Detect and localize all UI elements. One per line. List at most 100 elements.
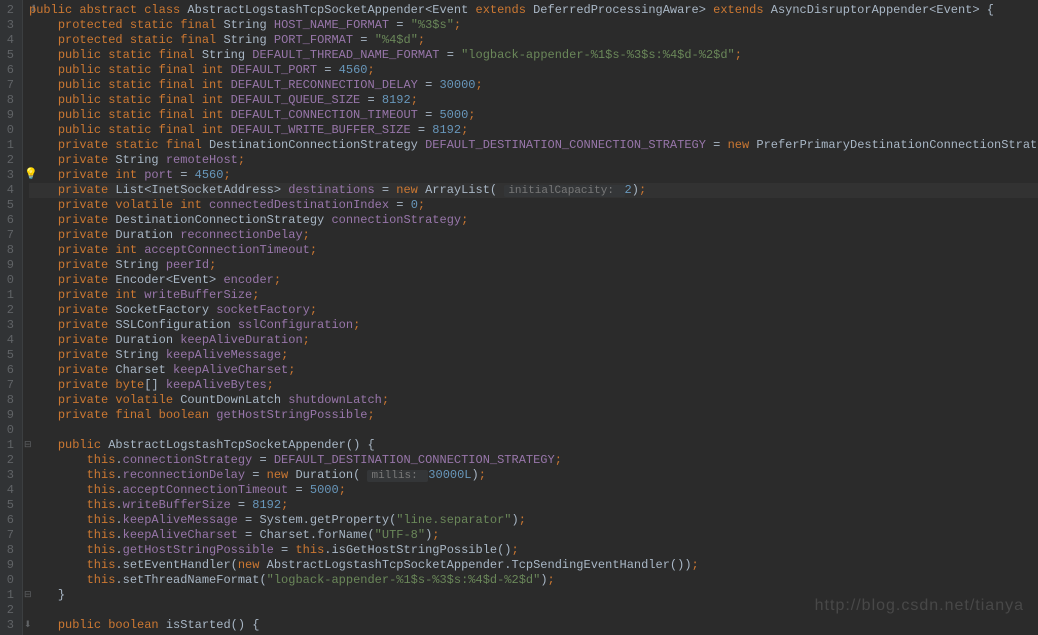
line-number: 1 [3,438,14,453]
code-line[interactable] [29,423,1038,438]
code-editor[interactable]: 2⬇34567890123💡45678901234567890123456789… [0,0,1038,635]
token: remoteHost [166,153,238,167]
code-line[interactable] [29,603,1038,618]
code-line[interactable]: private Charset keepAliveCharset; [29,363,1038,378]
code-line[interactable]: private final boolean getHostStringPossi… [29,408,1038,423]
token: String [223,33,273,47]
code-line[interactable]: public AbstractLogstashTcpSocketAppender… [29,438,1038,453]
code-line[interactable]: public static final int DEFAULT_QUEUE_SI… [29,93,1038,108]
token: ; [252,288,259,302]
code-line[interactable]: private int acceptConnectionTimeout; [29,243,1038,258]
token: public abstract class [29,3,180,17]
token: socketFactory [216,303,310,317]
token: public boolean [58,618,166,632]
code-line[interactable]: public static final int DEFAULT_WRITE_BU… [29,123,1038,138]
code-line[interactable]: private volatile CountDownLatch shutdown… [29,393,1038,408]
code-line[interactable]: this.getHostStringPossible = this.isGetH… [29,543,1038,558]
line-number-gutter[interactable]: 2⬇34567890123💡45678901234567890123456789… [0,0,22,635]
line-number: 5 [3,348,14,363]
token: = [418,78,440,92]
token: this [87,543,116,557]
code-line[interactable]: private String keepAliveMessage; [29,348,1038,363]
code-line[interactable]: public static final String DEFAULT_THREA… [29,48,1038,63]
code-line[interactable]: private List<InetSocketAddress> destinat… [29,183,1038,198]
code-line[interactable]: public abstract class AbstractLogstashTc… [29,3,1038,18]
token: = [440,48,462,62]
token: connectedDestinationIndex [209,198,389,212]
line-number: 0 [3,423,14,438]
token: private volatile [58,393,180,407]
token: private byte [58,378,144,392]
code-line[interactable]: protected static final String PORT_FORMA… [29,33,1038,48]
token: ; [303,228,310,242]
token: ) [540,573,547,587]
line-number: 2 [3,3,14,18]
code-line[interactable]: private volatile int connectedDestinatio… [29,198,1038,213]
code-line[interactable]: private byte[] keepAliveBytes; [29,378,1038,393]
token: private [58,303,116,317]
token: 2 [625,183,632,197]
code-line[interactable]: this.reconnectionDelay = new Duration( m… [29,468,1038,483]
token: protected static final [58,33,224,47]
token: "%4$d" [375,33,418,47]
code-line[interactable]: private String peerId; [29,258,1038,273]
token: Duration [115,333,180,347]
code-line[interactable]: public boolean isStarted() { [29,618,1038,633]
token: 8192 [382,93,411,107]
token: 8192 [432,123,461,137]
token: ; [367,408,374,422]
code-line[interactable]: private String remoteHost; [29,153,1038,168]
line-number: 8 [3,243,14,258]
code-line[interactable]: private DestinationConnectionStrategy co… [29,213,1038,228]
token: sslConfiguration [238,318,353,332]
code-line[interactable]: } [29,588,1038,603]
token: = [389,18,411,32]
code-line[interactable]: this.writeBufferSize = 8192; [29,498,1038,513]
line-number: 4 [3,33,14,48]
code-line[interactable]: protected static final String HOST_NAME_… [29,18,1038,33]
token: ) [472,468,479,482]
code-line[interactable]: private int writeBufferSize; [29,288,1038,303]
token: ; [468,108,475,122]
token: ; [353,318,360,332]
token: public static final int [58,78,231,92]
line-number: 1 [3,588,14,603]
code-line[interactable]: private Duration reconnectionDelay; [29,228,1038,243]
token: private [58,213,116,227]
token: 0 [411,198,418,212]
line-number: 5 [3,498,14,513]
line-number: 4 [3,333,14,348]
code-line[interactable]: this.setEventHandler(new AbstractLogstas… [29,558,1038,573]
code-line[interactable]: this.setThreadNameFormat("logback-append… [29,573,1038,588]
token: new [267,468,296,482]
line-number: 3 [3,318,14,333]
token: private int [58,288,144,302]
code-line[interactable]: private int port = 4560; [29,168,1038,183]
token: private final boolean [58,408,216,422]
token: private [58,318,116,332]
token: = [173,168,195,182]
code-line[interactable]: public static final int DEFAULT_RECONNEC… [29,78,1038,93]
token: PreferPrimaryDestinationConnectionStrate [756,138,1038,152]
code-line[interactable]: private SocketFactory socketFactory; [29,303,1038,318]
code-line[interactable]: this.keepAliveMessage = System.getProper… [29,513,1038,528]
code-line[interactable]: private Encoder<Event> encoder; [29,273,1038,288]
code-line[interactable]: private static final DestinationConnecti… [29,138,1038,153]
token: "UTF-8" [375,528,425,542]
token: private [58,348,116,362]
token: "logback-appender-%1$s-%3$s:%4$d-%2$d" [461,48,735,62]
code-line[interactable]: this.acceptConnectionTimeout = 5000; [29,483,1038,498]
token: ; [432,528,439,542]
code-line[interactable]: private Duration keepAliveDuration; [29,333,1038,348]
token: = [252,453,274,467]
token: ; [735,48,742,62]
code-area[interactable]: public abstract class AbstractLogstashTc… [23,0,1038,635]
token: . [115,513,122,527]
code-line[interactable]: public static final int DEFAULT_PORT = 4… [29,63,1038,78]
token: keepAliveDuration [180,333,302,347]
code-line[interactable]: private SSLConfiguration sslConfiguratio… [29,318,1038,333]
code-line[interactable]: public static final int DEFAULT_CONNECTI… [29,108,1038,123]
code-line[interactable]: this.keepAliveCharset = Charset.forName(… [29,528,1038,543]
code-line[interactable]: this.connectionStrategy = DEFAULT_DESTIN… [29,453,1038,468]
token: ; [418,33,425,47]
